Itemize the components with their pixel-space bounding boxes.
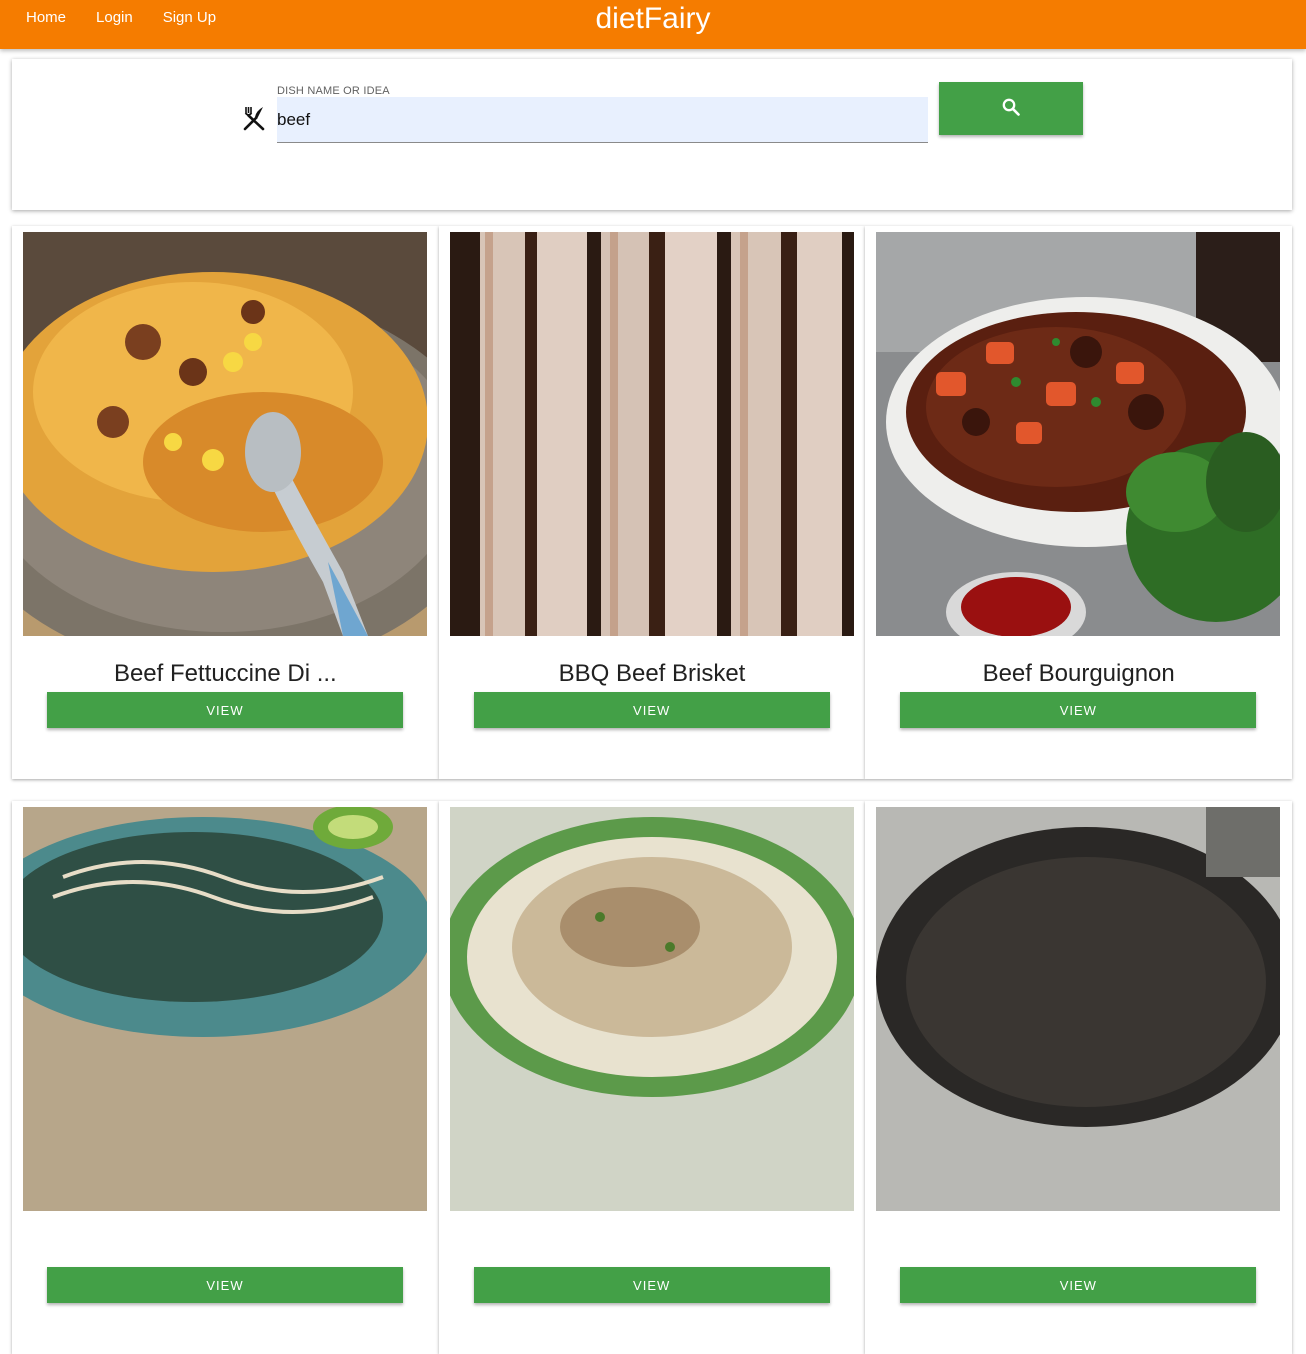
- recipe-card: BBQ Beef Brisket VIEW: [438, 226, 866, 779]
- search-input[interactable]: [277, 97, 928, 143]
- search-card: DISH NAME OR IDEA: [12, 59, 1292, 210]
- recipe-image[interactable]: [876, 232, 1281, 636]
- recipe-title: Beef Fettuccine Di ...: [113, 660, 337, 687]
- view-recipe-button[interactable]: VIEW: [900, 692, 1257, 728]
- view-recipe-button[interactable]: VIEW: [900, 1267, 1257, 1303]
- recipe-title: BBQ Beef Brisket: [558, 660, 746, 687]
- view-recipe-button[interactable]: VIEW: [473, 692, 830, 728]
- search-field-label: DISH NAME OR IDEA: [277, 85, 390, 97]
- recipe-image[interactable]: [449, 232, 854, 636]
- recipe-grid: Beef Fettuccine Di ... VIEW BBQ Beef Bri…: [12, 226, 1292, 1354]
- recipe-title: Beef Bourguignon: [982, 660, 1175, 687]
- search-button[interactable]: [939, 82, 1083, 135]
- recipe-card: Beef Bourguignon VIEW: [865, 226, 1292, 779]
- recipe-card: Beef Fettuccine Di ... VIEW: [12, 226, 439, 779]
- recipe-image[interactable]: [449, 807, 854, 1211]
- view-recipe-button[interactable]: VIEW: [473, 1267, 830, 1303]
- view-recipe-button[interactable]: VIEW: [47, 1267, 403, 1303]
- silverware-icon: [241, 105, 267, 131]
- view-recipe-button[interactable]: VIEW: [47, 692, 403, 728]
- recipe-card: VIEW: [438, 801, 866, 1354]
- recipe-card: VIEW: [865, 801, 1292, 1354]
- search-icon: [1001, 97, 1021, 120]
- recipe-image[interactable]: [23, 807, 427, 1211]
- recipe-image[interactable]: [23, 232, 427, 636]
- recipe-card: VIEW: [12, 801, 439, 1354]
- brand-title: dietFairy: [595, 2, 711, 35]
- recipe-image[interactable]: [876, 807, 1281, 1211]
- top-app-bar: Home Login Sign Up dietFairy: [0, 0, 1306, 49]
